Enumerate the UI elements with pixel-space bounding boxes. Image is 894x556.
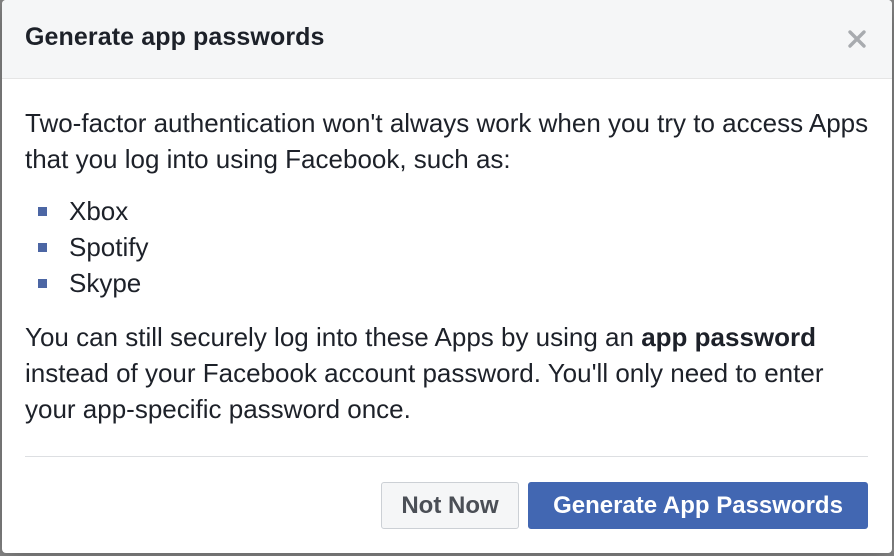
intro-text: Two-factor authentication won't always w…: [25, 108, 869, 174]
dialog-header: Generate app passwords: [2, 0, 892, 79]
generate-app-passwords-dialog: Generate app passwords Two-factor authen…: [2, 0, 892, 553]
dialog-title: Generate app passwords: [25, 23, 325, 51]
outro-text: You can still securely log into these Ap…: [25, 319, 869, 427]
list-item: Skype: [25, 265, 869, 301]
list-item: Xbox: [25, 193, 869, 229]
outro-text-end: instead of your Facebook account passwor…: [25, 358, 824, 424]
list-item: Spotify: [25, 229, 869, 265]
generate-app-passwords-button[interactable]: Generate App Passwords: [528, 482, 868, 529]
dialog-footer: Not Now Generate App Passwords: [381, 482, 868, 529]
app-password-emphasis: app password: [641, 322, 817, 352]
dialog-body: Two-factor authentication won't always w…: [2, 79, 892, 427]
outro-text-start: You can still securely log into these Ap…: [25, 322, 642, 352]
close-icon[interactable]: [846, 28, 868, 50]
not-now-button[interactable]: Not Now: [381, 482, 519, 529]
bullet-icon: [38, 279, 47, 288]
footer-divider: [25, 456, 868, 457]
app-list: Xbox Spotify Skype: [25, 193, 869, 301]
app-name: Xbox: [69, 196, 129, 226]
app-name: Skype: [69, 268, 142, 298]
app-name: Spotify: [69, 232, 149, 262]
bullet-icon: [38, 207, 47, 216]
bullet-icon: [38, 243, 47, 252]
